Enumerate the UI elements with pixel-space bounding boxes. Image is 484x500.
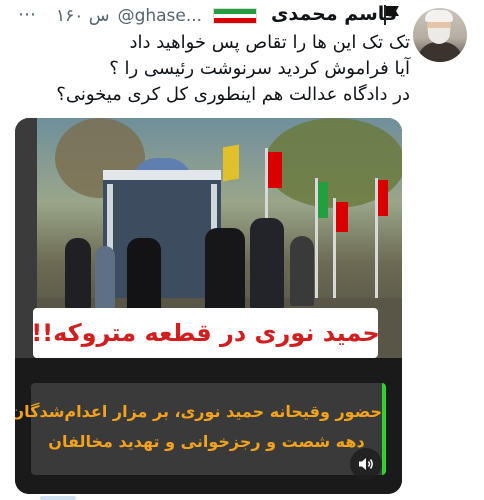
video-media[interactable]: حمید نوری در قطعه متروکه!! حضور وقیحانه … <box>15 118 402 494</box>
more-options-icon[interactable]: ⋯ <box>18 4 37 25</box>
video-caption-area: حضور وقیحانه حمید نوری، بر مزار اعدام‌شد… <box>15 358 402 494</box>
next-item-edge <box>40 496 76 500</box>
tweet[interactable]: ⋯ ۱۶۰ س @ghase... قاسم محمدی تک تک این ها… <box>0 0 484 500</box>
tweet-timestamp[interactable]: ۱۶۰ س <box>56 6 110 26</box>
speaker-icon <box>359 458 373 470</box>
iran-flag-icon <box>213 8 257 24</box>
tweet-text-line: تک تک این ها را تقاص پس خواهید داد <box>129 32 410 53</box>
display-name[interactable]: قاسم محمدی <box>271 3 397 25</box>
user-handle[interactable]: @ghase... <box>118 6 203 26</box>
caption-line: حضور وقیحانه حمید نوری، بر مزار اعدام‌شد… <box>15 402 382 421</box>
tweet-meta: ۱۶۰ س @ghase... <box>56 6 202 26</box>
video-title-overlay: حمید نوری در قطعه متروکه!! <box>31 308 380 358</box>
video-caption: حضور وقیحانه حمید نوری، بر مزار اعدام‌شد… <box>15 383 386 475</box>
tweet-text: تک تک این ها را تقاص پس خواهید داد آیا ف… <box>36 30 410 108</box>
black-flag-icon <box>384 5 399 25</box>
tweet-text-line: آیا فراموش کردید سرنوشت رئیسی را ؟ <box>109 58 410 79</box>
avatar[interactable] <box>413 8 467 62</box>
tweet-text-line: در دادگاه عدالت هم اینطوری کل کری میخونی… <box>56 84 410 105</box>
mute-button[interactable] <box>350 448 382 480</box>
caption-line: دهه شصت و رجزخوانی و تهدید مخالفان <box>48 432 365 451</box>
